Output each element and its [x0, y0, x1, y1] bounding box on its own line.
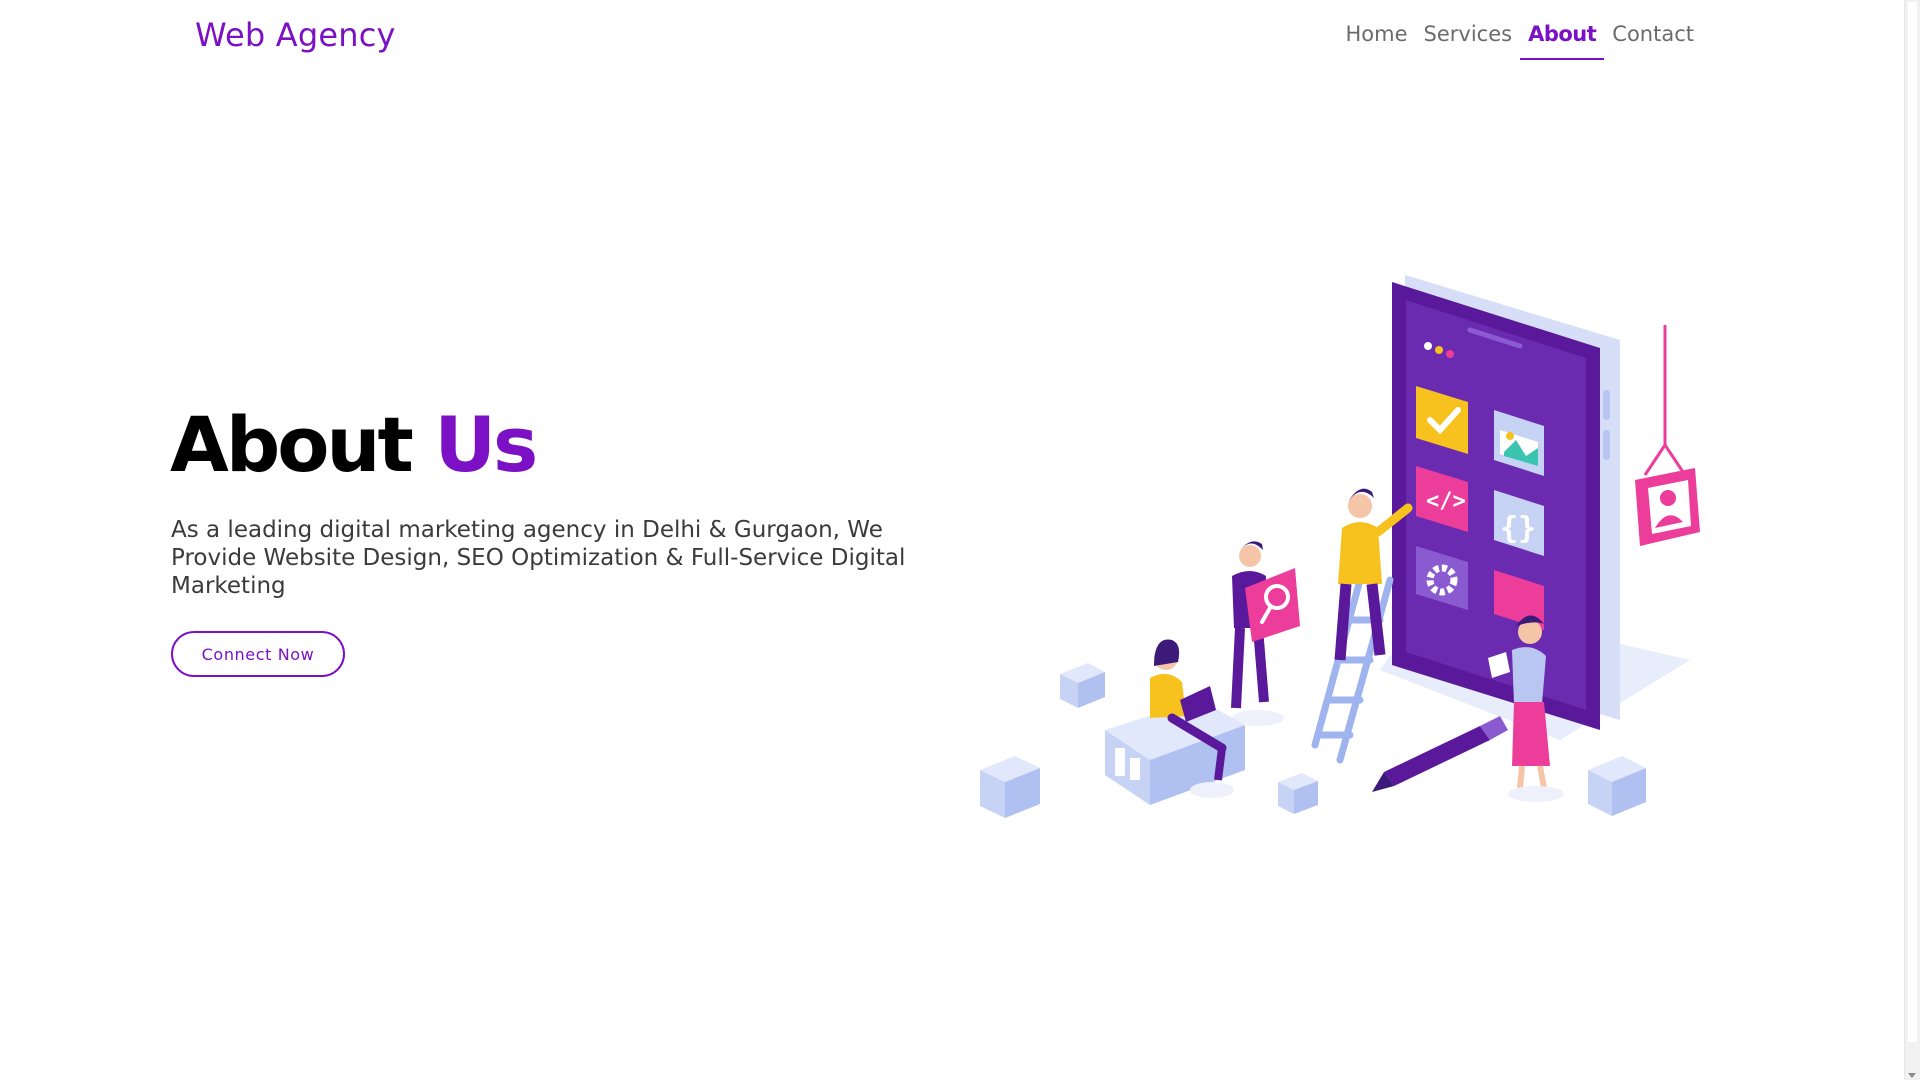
user-card-icon [1635, 325, 1700, 546]
person-with-laptop [1105, 639, 1245, 805]
nav-link-home[interactable]: Home [1338, 20, 1416, 60]
scroll-down-arrow-icon[interactable] [1908, 1073, 1916, 1078]
svg-text:</>: </> [1426, 489, 1466, 514]
brand-logo[interactable]: Web Agency [195, 16, 396, 54]
navbar: Web Agency Home Services About Contact [0, 0, 1904, 72]
title-main: About [170, 400, 414, 489]
svg-text:{}: {} [1500, 511, 1536, 546]
hero-illustration: </> {} [980, 275, 1700, 818]
nav-menu: Home Services About Contact [1338, 20, 1702, 60]
nav-link-about[interactable]: About [1520, 20, 1605, 60]
nav-link-services[interactable]: Services [1416, 20, 1521, 60]
nav-link-contact[interactable]: Contact [1604, 20, 1702, 60]
page-title: About Us [170, 400, 538, 489]
vertical-scrollbar[interactable] [1904, 0, 1920, 1080]
title-accent: Us [434, 400, 538, 489]
scrollbar-thumb[interactable] [1908, 2, 1917, 1042]
connect-now-button[interactable]: Connect Now [171, 631, 345, 677]
page: Web Agency Home Services About Contact A… [0, 0, 1920, 1080]
hero-description: As a leading digital marketing agency in… [171, 517, 906, 599]
pen-icon [1372, 716, 1508, 792]
